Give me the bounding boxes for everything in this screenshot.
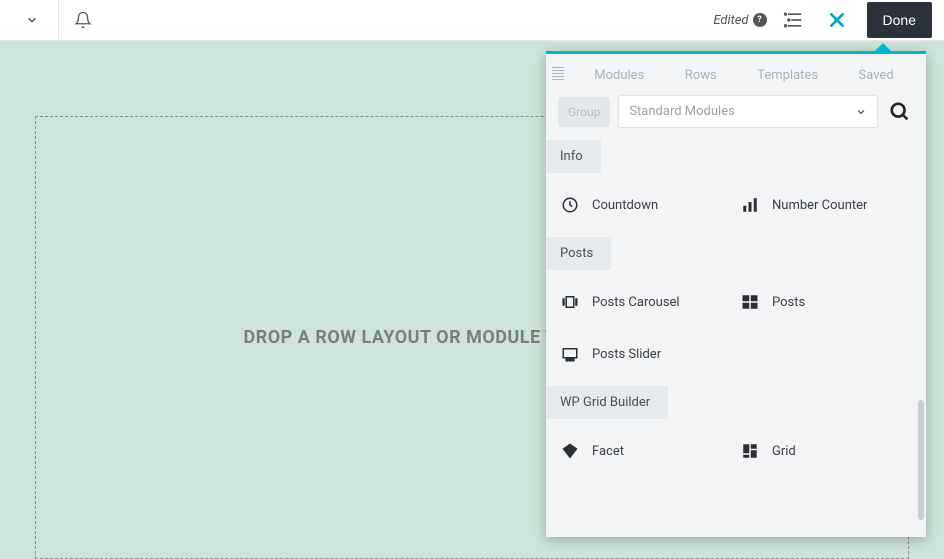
section-info: Info Countdown Number Counter: [546, 140, 926, 237]
topbar: Edited ? Done: [0, 0, 944, 41]
module-grid: Countdown Number Counter: [546, 173, 926, 237]
search-button[interactable]: [886, 98, 914, 126]
help-icon: ?: [753, 13, 767, 27]
section-header: WP Grid Builder: [546, 386, 668, 419]
close-panel-button[interactable]: [819, 2, 855, 38]
notifications-button[interactable]: [63, 0, 103, 40]
section-posts: Posts Posts Carousel Posts: [546, 237, 926, 386]
section-header: Posts: [546, 237, 611, 270]
panel-controls: Group Standard Modules: [546, 95, 926, 140]
panel-drag-handle[interactable]: [552, 67, 564, 80]
divider: [58, 0, 59, 40]
grid-icon: [740, 441, 760, 461]
module-posts-carousel[interactable]: Posts Carousel: [560, 288, 732, 316]
section-header: Info: [546, 140, 601, 173]
select-value: Standard Modules: [629, 104, 735, 119]
bell-icon: [74, 11, 92, 29]
search-icon: [889, 101, 911, 123]
bar-chart-icon: [740, 195, 760, 215]
group-label: Group: [558, 97, 610, 127]
module-countdown[interactable]: Countdown: [560, 191, 732, 219]
topbar-left: [12, 0, 103, 40]
module-posts[interactable]: Posts: [740, 288, 912, 316]
module-grid: Posts Carousel Posts Posts Slider: [546, 270, 926, 386]
section-wp-grid-builder: WP Grid Builder Facet Grid: [546, 386, 926, 483]
diamond-icon: [560, 441, 580, 461]
panel-body: Info Countdown Number Counter Posts: [546, 140, 926, 537]
modules-panel: Modules Rows Templates Saved Group Stand…: [546, 51, 926, 537]
tab-rows[interactable]: Rows: [677, 64, 725, 87]
module-label: Posts Carousel: [592, 295, 680, 310]
tab-saved[interactable]: Saved: [851, 64, 902, 87]
topbar-right: Edited ? Done: [713, 2, 932, 38]
close-icon: [826, 9, 848, 31]
clock-icon: [560, 195, 580, 215]
chevron-down-icon: [855, 106, 867, 118]
module-type-select[interactable]: Standard Modules: [618, 95, 878, 128]
module-label: Facet: [592, 444, 624, 459]
chevron-down-icon: [25, 13, 39, 27]
panel-tabs: Modules Rows Templates Saved: [574, 64, 914, 87]
tab-templates[interactable]: Templates: [749, 64, 826, 87]
done-button[interactable]: Done: [867, 2, 932, 38]
module-label: Countdown: [592, 198, 658, 213]
menu-dropdown[interactable]: [12, 0, 52, 40]
module-posts-slider[interactable]: Posts Slider: [560, 340, 732, 368]
carousel-icon: [560, 292, 580, 312]
edited-status[interactable]: Edited ?: [713, 13, 766, 28]
tab-modules[interactable]: Modules: [586, 64, 652, 87]
module-label: Number Counter: [772, 198, 867, 213]
outline-button[interactable]: [779, 6, 807, 34]
slider-icon: [560, 344, 580, 364]
scrollbar-thumb[interactable]: [918, 400, 924, 520]
edited-label: Edited: [713, 13, 748, 28]
module-label: Posts: [772, 295, 805, 310]
module-label: Posts Slider: [592, 347, 661, 362]
scrollbar[interactable]: [918, 140, 924, 537]
module-number-counter[interactable]: Number Counter: [740, 191, 912, 219]
module-label: Grid: [772, 444, 796, 459]
module-facet[interactable]: Facet: [560, 437, 732, 465]
posts-icon: [740, 292, 760, 312]
panel-header: Modules Rows Templates Saved: [546, 54, 926, 95]
module-grid: Facet Grid: [546, 419, 926, 483]
module-grid[interactable]: Grid: [740, 437, 912, 465]
outline-icon: [783, 10, 803, 30]
